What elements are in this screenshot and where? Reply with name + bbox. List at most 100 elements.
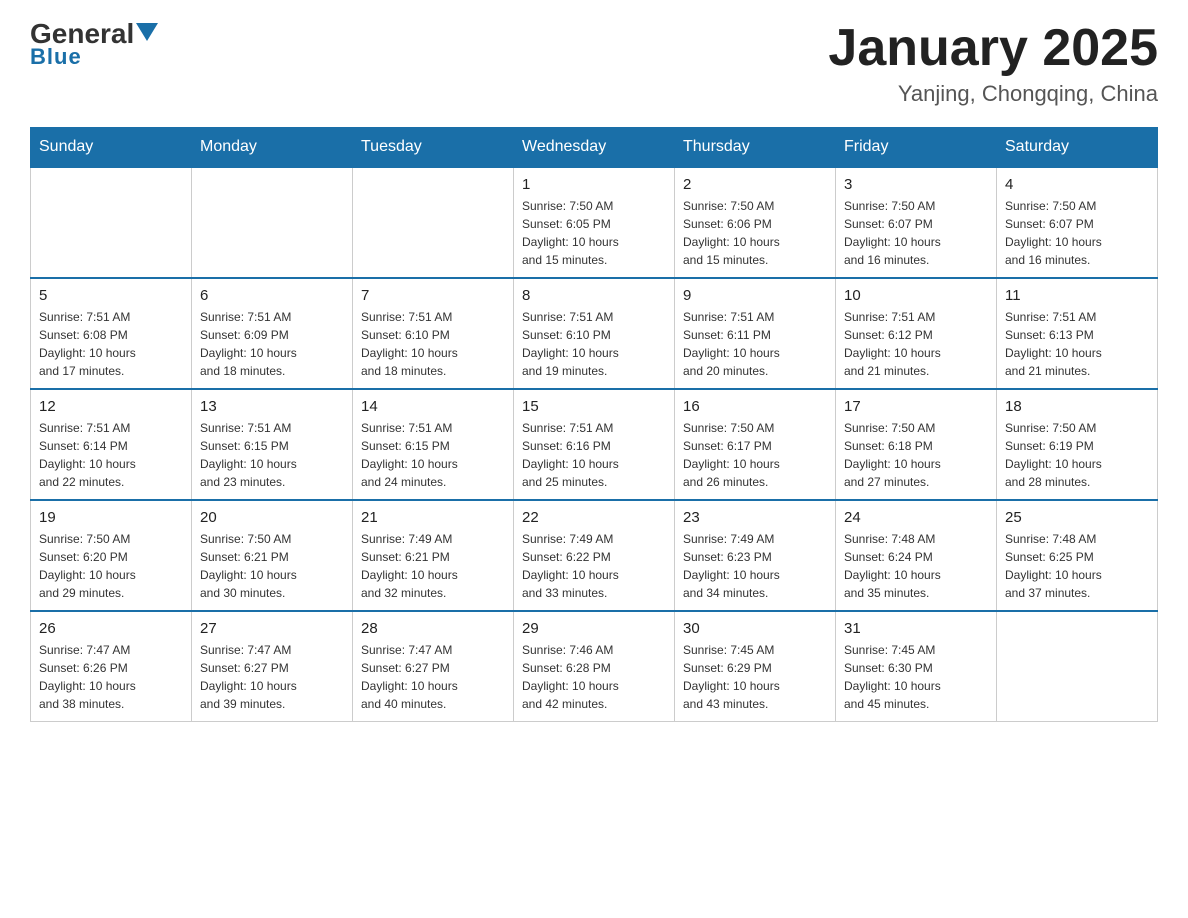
- day-number: 16: [683, 398, 827, 415]
- day-cell: [192, 167, 353, 278]
- week-row-3: 12 Sunrise: 7:51 AMSunset: 6:14 PMDayligh…: [31, 389, 1158, 500]
- day-number: 27: [200, 620, 344, 637]
- day-cell: 29 Sunrise: 7:46 AMSunset: 6:28 PMDayligh…: [514, 611, 675, 722]
- title-block: January 2025 Yanjing, Chongqing, China: [828, 20, 1158, 107]
- day-cell: 8 Sunrise: 7:51 AMSunset: 6:10 PMDaylight…: [514, 278, 675, 389]
- day-number: 1: [522, 176, 666, 193]
- day-cell: [997, 611, 1158, 722]
- day-info: Sunrise: 7:47 AMSunset: 6:27 PMDaylight:…: [200, 641, 344, 713]
- day-info: Sunrise: 7:51 AMSunset: 6:13 PMDaylight:…: [1005, 308, 1149, 380]
- day-info: Sunrise: 7:50 AMSunset: 6:05 PMDaylight:…: [522, 197, 666, 269]
- page-header: General Blue January 2025 Yanjing, Chong…: [30, 20, 1158, 107]
- day-cell: [353, 167, 514, 278]
- day-number: 21: [361, 509, 505, 526]
- col-saturday: Saturday: [997, 128, 1158, 168]
- day-cell: 25 Sunrise: 7:48 AMSunset: 6:25 PMDayligh…: [997, 500, 1158, 611]
- calendar-header: Sunday Monday Tuesday Wednesday Thursday…: [31, 128, 1158, 168]
- day-cell: 4 Sunrise: 7:50 AMSunset: 6:07 PMDaylight…: [997, 167, 1158, 278]
- day-cell: 19 Sunrise: 7:50 AMSunset: 6:20 PMDayligh…: [31, 500, 192, 611]
- day-number: 12: [39, 398, 183, 415]
- day-info: Sunrise: 7:51 AMSunset: 6:08 PMDaylight:…: [39, 308, 183, 380]
- day-number: 25: [1005, 509, 1149, 526]
- day-cell: 20 Sunrise: 7:50 AMSunset: 6:21 PMDayligh…: [192, 500, 353, 611]
- day-number: 5: [39, 287, 183, 304]
- day-cell: 14Sunrise: 7:51 AMSunset: 6:15 PMDayligh…: [353, 389, 514, 500]
- col-wednesday: Wednesday: [514, 128, 675, 168]
- day-info: Sunrise: 7:49 AMSunset: 6:22 PMDaylight:…: [522, 530, 666, 602]
- day-number: 29: [522, 620, 666, 637]
- day-cell: 12 Sunrise: 7:51 AMSunset: 6:14 PMDayligh…: [31, 389, 192, 500]
- col-monday: Monday: [192, 128, 353, 168]
- day-cell: 16 Sunrise: 7:50 AMSunset: 6:17 PMDayligh…: [675, 389, 836, 500]
- day-number: 4: [1005, 176, 1149, 193]
- day-number: 19: [39, 509, 183, 526]
- col-friday: Friday: [836, 128, 997, 168]
- day-info: Sunrise: 7:47 AMSunset: 6:26 PMDaylight:…: [39, 641, 183, 713]
- day-info: Sunrise: 7:50 AMSunset: 6:07 PMDaylight:…: [1005, 197, 1149, 269]
- week-row-2: 5 Sunrise: 7:51 AMSunset: 6:08 PMDaylight…: [31, 278, 1158, 389]
- day-cell: 18 Sunrise: 7:50 AMSunset: 6:19 PMDayligh…: [997, 389, 1158, 500]
- day-number: 23: [683, 509, 827, 526]
- col-thursday: Thursday: [675, 128, 836, 168]
- header-row: Sunday Monday Tuesday Wednesday Thursday…: [31, 128, 1158, 168]
- day-info: Sunrise: 7:50 AMSunset: 6:17 PMDaylight:…: [683, 419, 827, 491]
- day-info: Sunrise: 7:51 AMSunset: 6:09 PMDaylight:…: [200, 308, 344, 380]
- day-cell: 9 Sunrise: 7:51 AMSunset: 6:11 PMDaylight…: [675, 278, 836, 389]
- day-cell: 23 Sunrise: 7:49 AMSunset: 6:23 PMDayligh…: [675, 500, 836, 611]
- day-number: 7: [361, 287, 505, 304]
- day-number: 18: [1005, 398, 1149, 415]
- calendar-body: 1 Sunrise: 7:50 AMSunset: 6:05 PMDaylight…: [31, 167, 1158, 722]
- day-number: 11: [1005, 287, 1149, 304]
- day-cell: 28Sunrise: 7:47 AMSunset: 6:27 PMDayligh…: [353, 611, 514, 722]
- day-cell: 7 Sunrise: 7:51 AMSunset: 6:10 PMDaylight…: [353, 278, 514, 389]
- day-cell: 11 Sunrise: 7:51 AMSunset: 6:13 PMDayligh…: [997, 278, 1158, 389]
- day-info: Sunrise: 7:50 AMSunset: 6:18 PMDaylight:…: [844, 419, 988, 491]
- day-number: 15: [522, 398, 666, 415]
- day-info: Sunrise: 7:51 AMSunset: 6:10 PMDaylight:…: [522, 308, 666, 380]
- day-cell: 5 Sunrise: 7:51 AMSunset: 6:08 PMDaylight…: [31, 278, 192, 389]
- day-cell: 24Sunrise: 7:48 AMSunset: 6:24 PMDayligh…: [836, 500, 997, 611]
- day-info: Sunrise: 7:50 AMSunset: 6:21 PMDaylight:…: [200, 530, 344, 602]
- day-number: 8: [522, 287, 666, 304]
- day-number: 30: [683, 620, 827, 637]
- day-number: 26: [39, 620, 183, 637]
- day-info: Sunrise: 7:51 AMSunset: 6:12 PMDaylight:…: [844, 308, 988, 380]
- day-number: 13: [200, 398, 344, 415]
- day-info: Sunrise: 7:51 AMSunset: 6:16 PMDaylight:…: [522, 419, 666, 491]
- day-info: Sunrise: 7:51 AMSunset: 6:15 PMDaylight:…: [200, 419, 344, 491]
- day-number: 24: [844, 509, 988, 526]
- day-number: 22: [522, 509, 666, 526]
- week-row-1: 1 Sunrise: 7:50 AMSunset: 6:05 PMDaylight…: [31, 167, 1158, 278]
- day-cell: 1 Sunrise: 7:50 AMSunset: 6:05 PMDaylight…: [514, 167, 675, 278]
- day-info: Sunrise: 7:48 AMSunset: 6:25 PMDaylight:…: [1005, 530, 1149, 602]
- calendar-subtitle: Yanjing, Chongqing, China: [828, 81, 1158, 107]
- day-info: Sunrise: 7:51 AMSunset: 6:11 PMDaylight:…: [683, 308, 827, 380]
- day-info: Sunrise: 7:51 AMSunset: 6:15 PMDaylight:…: [361, 419, 505, 491]
- day-cell: 6Sunrise: 7:51 AMSunset: 6:09 PMDaylight…: [192, 278, 353, 389]
- day-cell: 15 Sunrise: 7:51 AMSunset: 6:16 PMDayligh…: [514, 389, 675, 500]
- day-cell: 26 Sunrise: 7:47 AMSunset: 6:26 PMDayligh…: [31, 611, 192, 722]
- day-info: Sunrise: 7:49 AMSunset: 6:21 PMDaylight:…: [361, 530, 505, 602]
- week-row-4: 19 Sunrise: 7:50 AMSunset: 6:20 PMDayligh…: [31, 500, 1158, 611]
- day-info: Sunrise: 7:51 AMSunset: 6:10 PMDaylight:…: [361, 308, 505, 380]
- day-info: Sunrise: 7:45 AMSunset: 6:29 PMDaylight:…: [683, 641, 827, 713]
- day-info: Sunrise: 7:46 AMSunset: 6:28 PMDaylight:…: [522, 641, 666, 713]
- day-number: 28: [361, 620, 505, 637]
- day-number: 31: [844, 620, 988, 637]
- day-info: Sunrise: 7:49 AMSunset: 6:23 PMDaylight:…: [683, 530, 827, 602]
- day-number: 3: [844, 176, 988, 193]
- day-number: 2: [683, 176, 827, 193]
- day-number: 9: [683, 287, 827, 304]
- day-number: 20: [200, 509, 344, 526]
- day-cell: 10Sunrise: 7:51 AMSunset: 6:12 PMDayligh…: [836, 278, 997, 389]
- logo: General Blue: [30, 20, 158, 70]
- calendar-table: Sunday Monday Tuesday Wednesday Thursday…: [30, 127, 1158, 722]
- day-info: Sunrise: 7:51 AMSunset: 6:14 PMDaylight:…: [39, 419, 183, 491]
- day-info: Sunrise: 7:50 AMSunset: 6:19 PMDaylight:…: [1005, 419, 1149, 491]
- logo-blue: Blue: [30, 44, 82, 70]
- day-info: Sunrise: 7:50 AMSunset: 6:20 PMDaylight:…: [39, 530, 183, 602]
- day-cell: 21 Sunrise: 7:49 AMSunset: 6:21 PMDayligh…: [353, 500, 514, 611]
- day-cell: 27 Sunrise: 7:47 AMSunset: 6:27 PMDayligh…: [192, 611, 353, 722]
- day-info: Sunrise: 7:50 AMSunset: 6:07 PMDaylight:…: [844, 197, 988, 269]
- day-cell: 30 Sunrise: 7:45 AMSunset: 6:29 PMDayligh…: [675, 611, 836, 722]
